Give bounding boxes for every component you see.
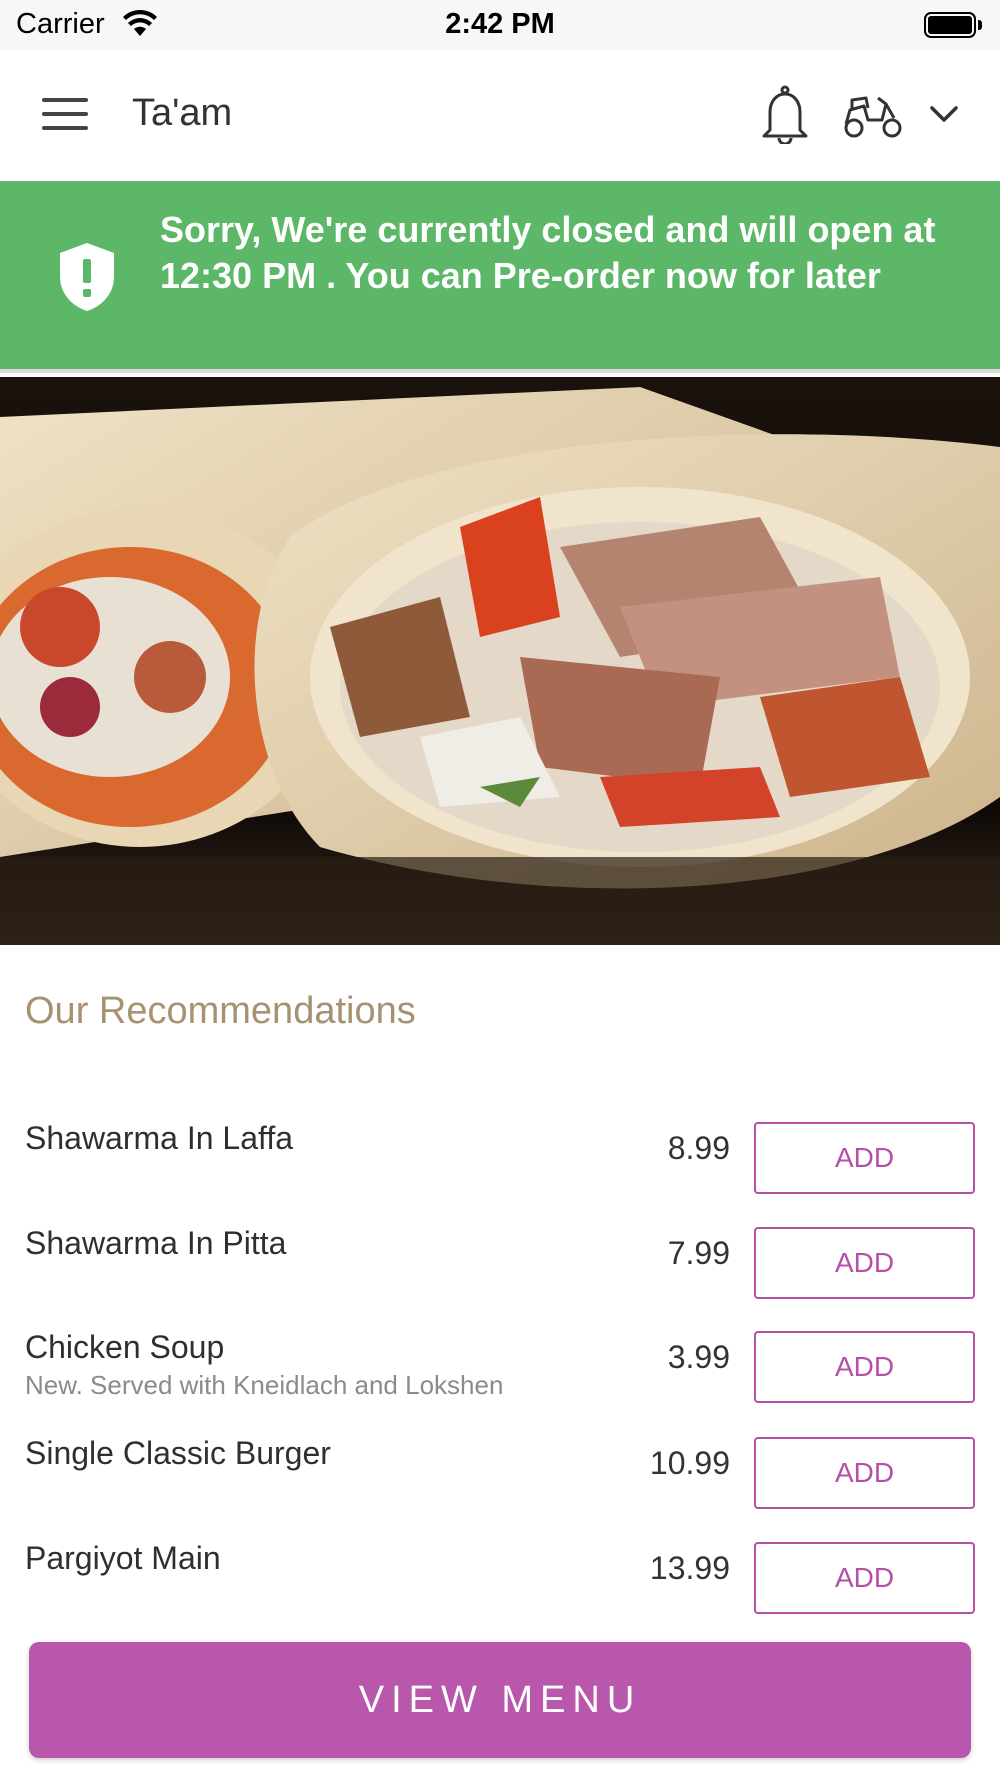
item-price: 3.99 [667, 1339, 730, 1375]
list-item: Pargiyot Main 13.99 ADD [0, 1520, 1000, 1624]
menu-icon[interactable] [42, 98, 88, 132]
bell-icon[interactable] [758, 84, 812, 144]
view-menu-button[interactable]: VIEW MENU [29, 1642, 971, 1758]
add-button[interactable]: ADD [754, 1542, 975, 1614]
item-price: 10.99 [649, 1445, 730, 1481]
hero-image [0, 377, 1000, 945]
item-name: Shawarma In Laffa [25, 1120, 294, 1156]
list-item: Chicken Soup New. Served with Kneidlach … [0, 1309, 1000, 1413]
item-price: 13.99 [649, 1550, 730, 1586]
list-item: Shawarma In Pitta 7.99 ADD [0, 1205, 1000, 1309]
item-price: 8.99 [667, 1130, 730, 1166]
add-button[interactable]: ADD [754, 1331, 975, 1403]
item-name: Shawarma In Pitta [25, 1225, 287, 1261]
battery-icon [924, 12, 982, 38]
closed-message: Sorry, We're currently closed and will o… [160, 209, 936, 296]
list-item: Single Classic Burger 10.99 ADD [0, 1415, 1000, 1519]
add-button[interactable]: ADD [754, 1437, 975, 1509]
item-name: Single Classic Burger [25, 1435, 331, 1471]
scooter-icon[interactable] [842, 90, 904, 140]
add-button[interactable]: ADD [754, 1122, 975, 1194]
status-bar: Carrier 2:42 PM [0, 0, 1000, 50]
item-description: New. Served with Kneidlach and Lokshen [25, 1370, 504, 1400]
item-price: 7.99 [667, 1235, 730, 1271]
recommendations-title: Our Recommendations [25, 990, 416, 1032]
chevron-down-icon[interactable] [928, 102, 960, 126]
item-name: Chicken Soup [25, 1329, 225, 1365]
shield-alert-icon [60, 243, 114, 311]
item-name: Pargiyot Main [25, 1540, 221, 1576]
app-header: Ta'am [0, 50, 1000, 182]
closed-banner: Sorry, We're currently closed and will o… [0, 181, 1000, 373]
list-item: Shawarma In Laffa 8.99 ADD [0, 1100, 1000, 1204]
add-button[interactable]: ADD [754, 1227, 975, 1299]
app-title: Ta'am [132, 92, 233, 134]
status-time: 2:42 PM [445, 8, 555, 40]
